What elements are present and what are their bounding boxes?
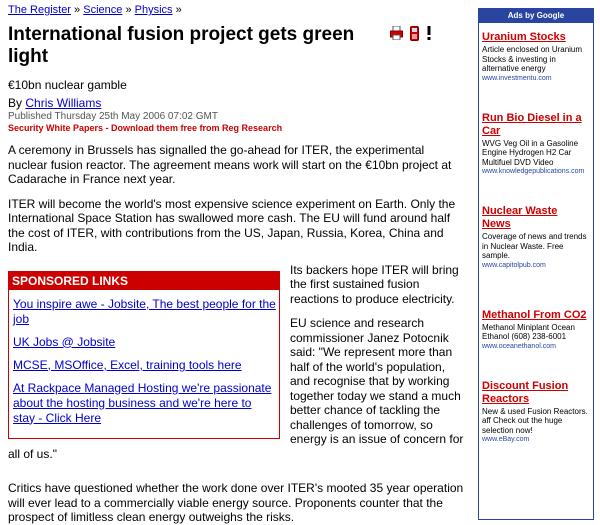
ad-url[interactable]: www.investmentu.com bbox=[482, 75, 589, 82]
sponsored-link[interactable]: You inspire awe - Jobsite, The best peop… bbox=[13, 297, 276, 326]
sponsored-link[interactable]: MCSE, MSOffice, Excel, training tools he… bbox=[13, 358, 242, 372]
ad-title[interactable]: Methanol From CO2 bbox=[482, 309, 589, 322]
sponsored-links-box: SPONSORED LINKS You inspire awe - Jobsit… bbox=[8, 270, 280, 439]
byline: By Chris Williams bbox=[8, 96, 466, 110]
breadcrumb-separator: » bbox=[175, 4, 182, 16]
print-icon[interactable] bbox=[390, 25, 403, 46]
ad-title[interactable]: Uranium Stocks bbox=[482, 31, 589, 44]
article-standfirst: €10bn nuclear gamble bbox=[8, 78, 127, 92]
ad-item: Uranium Stocks Article enclosed on Urani… bbox=[479, 23, 593, 82]
security-white-papers-link[interactable]: Security White Papers - Download them fr… bbox=[8, 123, 466, 133]
ad-item: Discount Fusion Reactors New & used Fusi… bbox=[479, 350, 593, 444]
list-item: MCSE, MSOffice, Excel, training tools he… bbox=[13, 358, 276, 373]
ad-item: Methanol From CO2 Methanol Miniplant Oce… bbox=[479, 269, 593, 350]
ad-title[interactable]: Run Bio Diesel in a Car bbox=[482, 112, 589, 138]
google-ads-panel: Ads by Google Uranium Stocks Article enc… bbox=[478, 8, 594, 520]
sponsored-links-header: SPONSORED LINKS bbox=[9, 271, 279, 290]
sponsored-link[interactable]: UK Jobs @ Jobsite bbox=[13, 335, 115, 349]
breadcrumb: The Register » Science » Physics » bbox=[8, 4, 466, 16]
author-link[interactable]: Chris Williams bbox=[25, 96, 101, 110]
ad-url[interactable]: www.oceanethanol.com bbox=[482, 343, 589, 350]
list-item: You inspire awe - Jobsite, The best peop… bbox=[13, 297, 276, 327]
mobile-icon[interactable] bbox=[410, 26, 419, 46]
ad-description: Methanol Miniplant Ocean Ethanol (608) 2… bbox=[482, 322, 575, 342]
ad-title[interactable]: Nuclear Waste News bbox=[482, 205, 589, 231]
sponsored-link[interactable]: At Rackpace Managed Hosting we're passio… bbox=[13, 381, 271, 425]
article-header: International fusion project gets green … bbox=[8, 24, 466, 68]
ad-item: Nuclear Waste News Coverage of news and … bbox=[479, 175, 593, 269]
byline-prefix: By bbox=[8, 96, 23, 110]
alert-icon[interactable] bbox=[426, 26, 432, 46]
ad-url[interactable]: www.eBay.com bbox=[482, 436, 589, 443]
article-paragraph: ITER will become the world's most expens… bbox=[8, 196, 456, 255]
ad-description: New & used Fusion Reactors. aff Check ou… bbox=[482, 406, 588, 435]
ad-description: Coverage of news and trends in Nuclear W… bbox=[482, 232, 587, 260]
breadcrumb-science[interactable]: Science bbox=[83, 4, 122, 16]
breadcrumb-register[interactable]: The Register bbox=[8, 4, 71, 16]
breadcrumb-physics[interactable]: Physics bbox=[135, 4, 173, 16]
ad-description: WVG Veg Oil in a Gasoline Engine Hydroge… bbox=[482, 138, 579, 167]
ad-url[interactable]: www.knowledgepublications.com bbox=[482, 168, 589, 175]
list-item: At Rackpace Managed Hosting we're passio… bbox=[13, 381, 276, 426]
article-paragraph: Critics have questioned whether the work… bbox=[8, 481, 464, 524]
ad-description: Article enclosed on Uranium Stocks & inv… bbox=[482, 45, 583, 73]
breadcrumb-separator: » bbox=[125, 4, 132, 16]
sponsored-links-list: You inspire awe - Jobsite, The best peop… bbox=[9, 290, 279, 438]
published-date: Published Thursday 25th May 2006 07:02 G… bbox=[8, 111, 218, 122]
breadcrumb-separator: » bbox=[74, 4, 81, 16]
ads-header[interactable]: Ads by Google bbox=[479, 9, 593, 23]
article-column: The Register » Science » Physics » Inter… bbox=[8, 4, 466, 525]
article-flow: SPONSORED LINKS You inspire awe - Jobsit… bbox=[8, 263, 466, 472]
article-paragraph: A ceremony in Brussels has signalled the… bbox=[8, 143, 452, 186]
ad-item: Run Bio Diesel in a Car WVG Veg Oil in a… bbox=[479, 82, 593, 176]
article-title: International fusion project gets green … bbox=[8, 24, 355, 67]
article-tools bbox=[390, 25, 432, 46]
list-item: UK Jobs @ Jobsite bbox=[13, 335, 276, 350]
ad-url[interactable]: www.capitolpub.com bbox=[482, 262, 589, 269]
ad-title[interactable]: Discount Fusion Reactors bbox=[482, 380, 589, 406]
